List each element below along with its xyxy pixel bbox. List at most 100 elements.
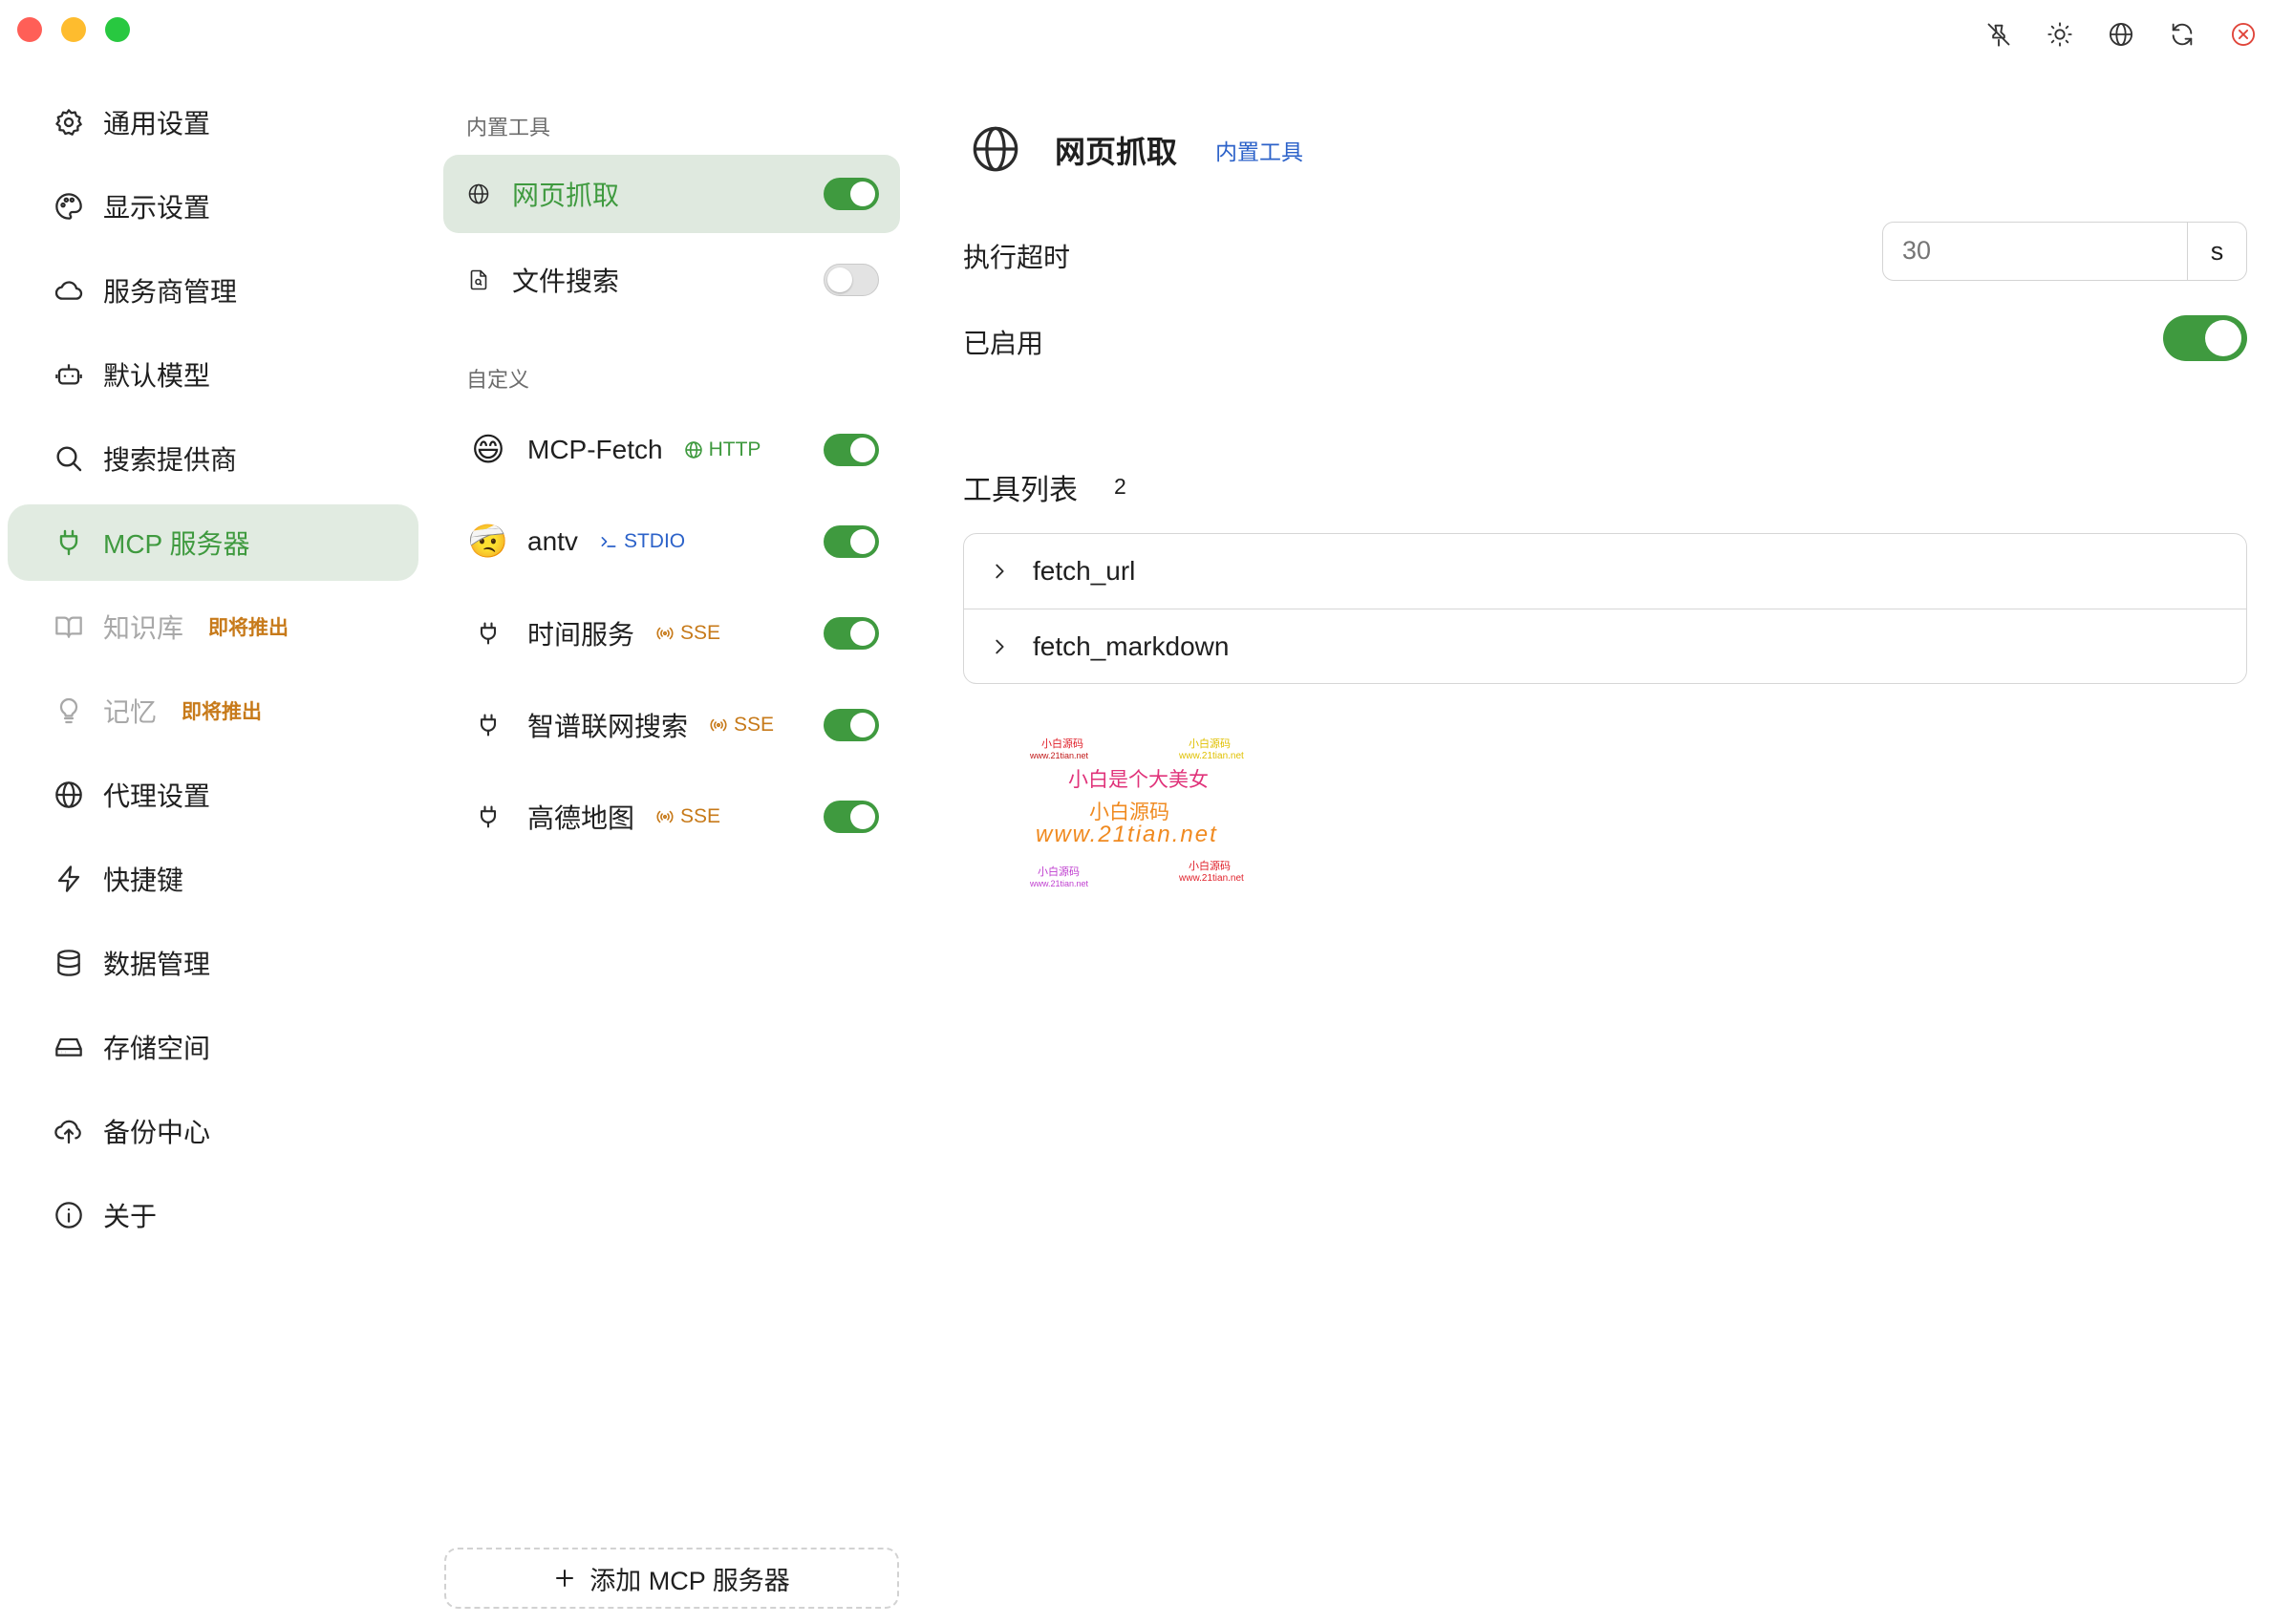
sidebar-item-backup[interactable]: 备份中心 — [8, 1093, 418, 1169]
timeout-input[interactable] — [1883, 223, 2187, 278]
watermark-text: 小白是个大美女 — [1068, 769, 1209, 791]
antv-toggle[interactable] — [824, 525, 879, 558]
globe-icon — [684, 441, 702, 459]
file-search-toggle[interactable] — [824, 264, 879, 296]
tool-name: fetch_url — [1033, 556, 1136, 586]
add-mcp-server-button[interactable]: 添加 MCP 服务器 — [444, 1548, 899, 1609]
bandaged-face-emoji: 🤕 — [467, 524, 509, 560]
transport-badge: HTTP — [684, 438, 761, 461]
chevron-right-icon — [989, 560, 1012, 583]
pin-button[interactable] — [1980, 15, 2018, 53]
sidebar-item-storage[interactable]: 存储空间 — [8, 1009, 418, 1085]
watermark-text: 小白源码 — [1189, 738, 1231, 750]
tool-row-fetch-url[interactable]: fetch_url — [964, 534, 2246, 609]
plug-icon — [468, 705, 508, 745]
sidebar-item-label: 显示设置 — [103, 193, 211, 223]
zhipu-search-toggle[interactable] — [824, 709, 879, 741]
time-service-toggle[interactable] — [824, 617, 879, 650]
hard-drive-icon — [52, 1030, 86, 1064]
sidebar-item-providers[interactable]: 服务商管理 — [8, 252, 418, 329]
sidebar-item-knowledge-base: 知识库 即将推出 — [8, 588, 418, 665]
window-minimize-button[interactable] — [61, 17, 86, 42]
info-icon — [52, 1198, 86, 1232]
server-name: 时间服务 — [527, 620, 635, 650]
window-zoom-button[interactable] — [105, 17, 130, 42]
server-name: MCP-Fetch — [527, 435, 663, 464]
globe-icon — [971, 124, 1020, 174]
plug-icon — [52, 525, 86, 560]
refresh-button[interactable] — [2163, 15, 2201, 53]
sidebar-item-display[interactable]: 显示设置 — [8, 168, 418, 245]
detail-type-badge: 内置工具 — [1215, 139, 1303, 164]
close-circle-icon — [2231, 22, 2256, 47]
sidebar-item-search-providers[interactable]: 搜索提供商 — [8, 420, 418, 497]
language-button[interactable] — [2102, 15, 2140, 53]
enabled-toggle[interactable] — [2163, 315, 2247, 361]
sidebar-item-label: 数据管理 — [103, 950, 211, 979]
theme-button[interactable] — [2041, 15, 2079, 53]
search-icon — [52, 441, 86, 476]
tools-list-title: 工具列表 — [963, 475, 1078, 506]
sidebar-item-shortcuts[interactable]: 快捷键 — [8, 841, 418, 917]
database-icon — [52, 946, 86, 980]
transport-label: SSE — [680, 622, 721, 644]
sidebar-item-label: MCP 服务器 — [103, 529, 250, 559]
plug-icon — [468, 613, 508, 653]
grinning-face-emoji: 😄 — [471, 432, 505, 468]
watermark-text: 小白源码 — [1041, 738, 1083, 750]
close-app-button[interactable] — [2224, 15, 2262, 53]
lightning-icon — [52, 862, 86, 896]
watermark-text: 小白源码 — [1038, 866, 1080, 878]
mcp-fetch-toggle[interactable] — [824, 434, 879, 466]
tools-count: 2 — [1114, 474, 1126, 499]
sidebar-item-label: 关于 — [103, 1202, 158, 1231]
broadcast-icon — [656, 810, 674, 823]
palette-icon — [52, 189, 86, 224]
tool-name: fetch_markdown — [1033, 631, 1230, 661]
transport-badge: SSE — [655, 622, 720, 645]
file-search-icon — [466, 267, 491, 292]
amap-toggle[interactable] — [824, 801, 879, 833]
custom-section-title: 自定义 — [466, 368, 530, 392]
refresh-icon — [2172, 23, 2193, 46]
sidebar-item-label: 记忆 — [103, 697, 158, 727]
sidebar-item-memory: 记忆 即将推出 — [8, 673, 418, 749]
sidebar-item-about[interactable]: 关于 — [8, 1177, 418, 1253]
watermark: 小白源码 www.21tian.net 小白源码 www.21tian.net … — [1024, 734, 1273, 896]
watermark-text: 小白源码 — [1189, 861, 1231, 872]
book-icon — [52, 609, 86, 644]
transport-badge: SSE — [655, 805, 720, 828]
web-fetch-toggle[interactable] — [824, 178, 879, 210]
sidebar-item-label: 备份中心 — [103, 1118, 211, 1147]
globe-icon — [2109, 22, 2133, 47]
transport-badge: STDIO — [599, 530, 685, 553]
transport-label: SSE — [680, 805, 721, 827]
cloud-icon — [52, 273, 86, 308]
sidebar-item-default-model[interactable]: 默认模型 — [8, 336, 418, 413]
coming-soon-badge: 即将推出 — [182, 701, 263, 723]
terminal-icon — [601, 537, 616, 547]
plug-icon — [468, 797, 508, 837]
tool-row-fetch-markdown[interactable]: fetch_markdown — [964, 609, 2246, 684]
server-name: 智谱联网搜索 — [527, 712, 689, 741]
chevron-right-icon — [989, 635, 1012, 658]
sidebar-item-label: 服务商管理 — [103, 277, 238, 307]
transport-badge: SSE — [709, 714, 774, 737]
sidebar-item-mcp-servers[interactable]: MCP 服务器 — [8, 504, 418, 581]
globe-icon — [466, 182, 491, 206]
server-name: antv — [527, 526, 578, 556]
robot-icon — [52, 357, 86, 392]
tools-list: fetch_url fetch_markdown — [963, 533, 2247, 684]
watermark-text: www.21tian.net — [1030, 879, 1089, 888]
timeout-unit: s — [2187, 223, 2246, 280]
timeout-label: 执行超时 — [963, 243, 1071, 272]
watermark-text: www.21tian.net — [1030, 751, 1089, 760]
sidebar-item-proxy[interactable]: 代理设置 — [8, 757, 418, 833]
sidebar-item-general[interactable]: 通用设置 — [8, 84, 418, 160]
sidebar-item-data[interactable]: 数据管理 — [8, 925, 418, 1001]
window-close-button[interactable] — [17, 17, 42, 42]
pin-off-icon — [1987, 23, 2010, 47]
sun-icon — [2047, 22, 2072, 47]
detail-title: 网页抓取 — [1055, 135, 1178, 169]
builtin-section-title: 内置工具 — [466, 116, 551, 139]
